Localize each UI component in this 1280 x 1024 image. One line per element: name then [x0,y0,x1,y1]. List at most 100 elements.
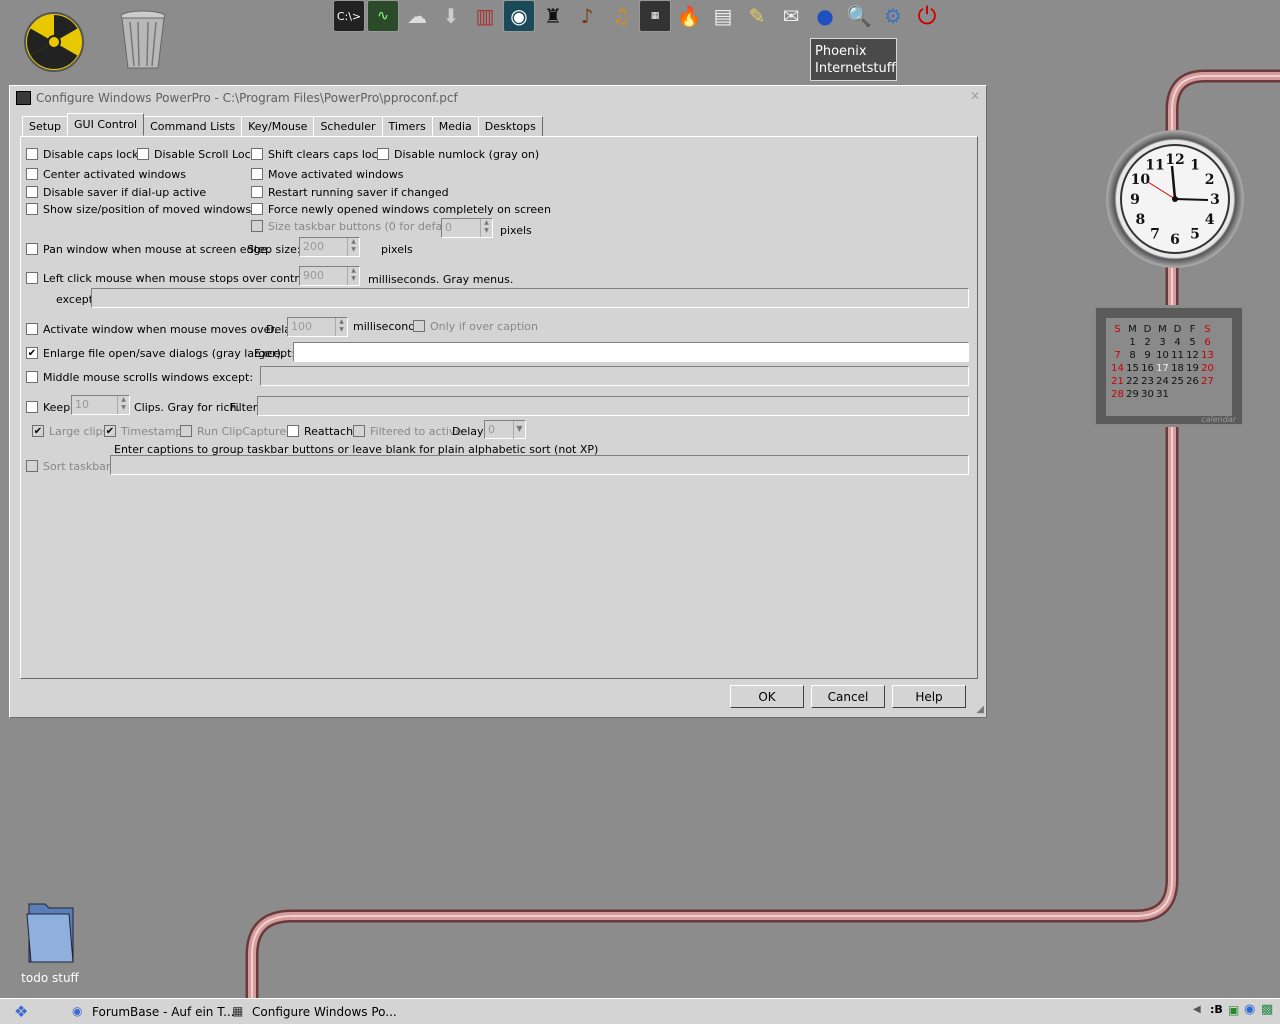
tray-expand-icon[interactable]: ◀ [1193,1004,1201,1015]
disable-saver-option[interactable]: Disable saver if dial-up active [26,184,206,200]
center-activated-option[interactable]: Center activated windows [26,166,186,182]
radiation-desktop-icon[interactable] [24,12,84,75]
magnifier-icon[interactable]: 🔍 [843,0,875,32]
run-clipcaptured-option[interactable]: Run ClipCaptured [180,423,293,439]
filtered-active-checkbox[interactable] [353,425,365,437]
only-caption-checkbox[interactable] [413,320,425,332]
activate-window-option[interactable]: Activate window when mouse moves over. [26,321,277,337]
disable-caps-lock-option[interactable]: Disable caps lock [26,146,139,162]
step-size-spinner[interactable]: 200 ▲ ▼ [299,237,360,257]
tray-globe-icon[interactable]: ◉ [1244,1002,1255,1017]
ok-button[interactable]: OK [730,685,804,708]
movie-icon[interactable]: ▦ [639,0,671,32]
size-taskbar-checkbox[interactable] [251,220,263,232]
tab-gui-control[interactable]: GUI Control [67,113,145,136]
sort-taskbar-field[interactable] [110,455,969,475]
activate-delay-spinner[interactable]: 100 ▲ ▼ [287,317,348,337]
eye-icon[interactable]: ◉ [503,0,535,32]
left-click-except-field[interactable] [91,288,969,308]
large-clips-checkbox[interactable]: ✔ [32,425,44,437]
globe-icon[interactable]: ● [809,0,841,32]
spinner-arrows-icon[interactable]: ▲ ▼ [335,318,347,336]
notes-icon[interactable]: ▤ [707,0,739,32]
install-icon[interactable]: ⬇ [435,0,467,32]
left-click-spinner[interactable]: 900 ▲ ▼ [299,266,360,286]
clips-filter-field[interactable] [257,396,969,416]
keep-clips-checkbox[interactable] [26,401,38,413]
tools-icon[interactable]: ⚙ [877,0,909,32]
tab-key-mouse[interactable]: Key/Mouse [241,116,315,136]
tray-app-icon[interactable]: ▩ [1261,1002,1273,1017]
taskbar-item-forumbase[interactable]: ◉ ForumBase - Auf ein T... [72,1002,235,1023]
tab-setup[interactable]: Setup [22,116,69,136]
large-clips-option[interactable]: ✔ Large clips [32,423,108,439]
close-icon[interactable]: ✕ [970,89,980,103]
recycle-bin-desktop-icon[interactable] [118,10,168,75]
disable-numlock-option[interactable]: Disable numlock (gray on) [377,146,539,162]
start-windows-icon[interactable]: ❖ [14,1002,28,1021]
left-click-checkbox[interactable] [26,272,38,284]
spinner-arrows-icon[interactable]: ▲ ▼ [347,238,359,256]
size-taskbar-spinner[interactable]: 0 ▲ ▼ [441,218,493,238]
power-icon[interactable]: ⏻ [911,0,943,32]
tab-timers[interactable]: Timers [381,116,433,136]
spinner-arrows-icon[interactable]: ▲ ▼ [347,267,359,285]
tab-media[interactable]: Media [431,116,479,136]
help-button[interactable]: Help [892,685,966,708]
reattach-option[interactable]: Reattach [287,423,353,439]
move-activated-option[interactable]: Move activated windows [251,166,403,182]
timestamp-option[interactable]: ✔ Timestamp [104,423,182,439]
reattach-checkbox[interactable] [287,425,299,437]
disable-caps-lock-checkbox[interactable] [26,148,38,160]
cancel-button[interactable]: Cancel [811,685,885,708]
enlarge-except-field[interactable] [293,342,969,362]
guitar-alt-icon[interactable]: ♫ [605,0,637,32]
chevron-down-icon[interactable]: ▼ [513,421,525,439]
disable-scroll-lock-option[interactable]: Disable Scroll Lock [137,146,257,162]
tuxedo-icon[interactable]: ♜ [537,0,569,32]
spinner-arrows-icon[interactable]: ▲ ▼ [480,219,492,237]
resize-grip-icon[interactable]: ◢ [976,704,984,715]
middle-mouse-option[interactable]: Middle mouse scrolls windows except: [26,369,253,385]
shift-clears-caps-checkbox[interactable] [251,148,263,160]
enlarge-file-checkbox[interactable]: ✔ [26,347,38,359]
run-clipcaptured-checkbox[interactable] [180,425,192,437]
restart-saver-checkbox[interactable] [251,186,263,198]
show-size-checkbox[interactable] [26,203,38,215]
disable-saver-checkbox[interactable] [26,186,38,198]
flame-icon[interactable]: 🔥 [673,0,705,32]
taskbar-item-configure[interactable]: ▦ Configure Windows Po... [232,1002,397,1023]
keep-clips-spinner[interactable]: 10 ▲ ▼ [71,395,130,415]
notepad-icon[interactable]: ✎ [741,0,773,32]
disable-scroll-lock-checkbox[interactable] [137,148,149,160]
move-activated-checkbox[interactable] [251,168,263,180]
middle-mouse-checkbox[interactable] [26,371,38,383]
tab-command-lists[interactable]: Command Lists [143,116,243,136]
sort-taskbar-option[interactable]: Sort taskbar [26,458,110,474]
window-titlebar[interactable]: Configure Windows PowerPro - C:\Program … [10,86,986,110]
enlarge-file-option[interactable]: ✔ Enlarge file open/save dialogs (gray la… [26,345,284,361]
shift-clears-caps-option[interactable]: Shift clears caps lock [251,146,384,162]
spinner-arrows-icon[interactable]: ▲ ▼ [117,396,129,414]
tab-desktops[interactable]: Desktops [477,116,543,136]
sort-taskbar-checkbox[interactable] [26,460,38,472]
command-prompt-icon[interactable]: C:\> [333,0,365,32]
filtered-active-option[interactable]: Filtered to active [353,423,462,439]
keep-clips-option[interactable]: Keep [26,399,70,415]
only-caption-option[interactable]: Only if over caption [413,318,538,334]
tray-network-icon[interactable]: ▣ [1228,1003,1239,1017]
ghost-icon[interactable]: ☁ [401,0,433,32]
middle-mouse-except-field[interactable] [260,366,969,386]
pan-window-option[interactable]: Pan window when mouse at screen edge. [26,241,271,257]
restart-saver-option[interactable]: Restart running saver if changed [251,184,449,200]
guitar-icon[interactable]: ♪ [571,0,603,32]
activate-window-checkbox[interactable] [26,323,38,335]
todo-stuff-desktop-icon[interactable]: todo stuff [15,900,85,985]
show-size-option[interactable]: Show size/position of moved windows [26,201,251,217]
clip-delay-dropdown[interactable]: 0 ▼ [484,420,526,439]
books-icon[interactable]: ▥ [469,0,501,32]
center-activated-checkbox[interactable] [26,168,38,180]
tab-scheduler[interactable]: Scheduler [313,116,383,136]
pan-window-checkbox[interactable] [26,243,38,255]
disable-numlock-checkbox[interactable] [377,148,389,160]
